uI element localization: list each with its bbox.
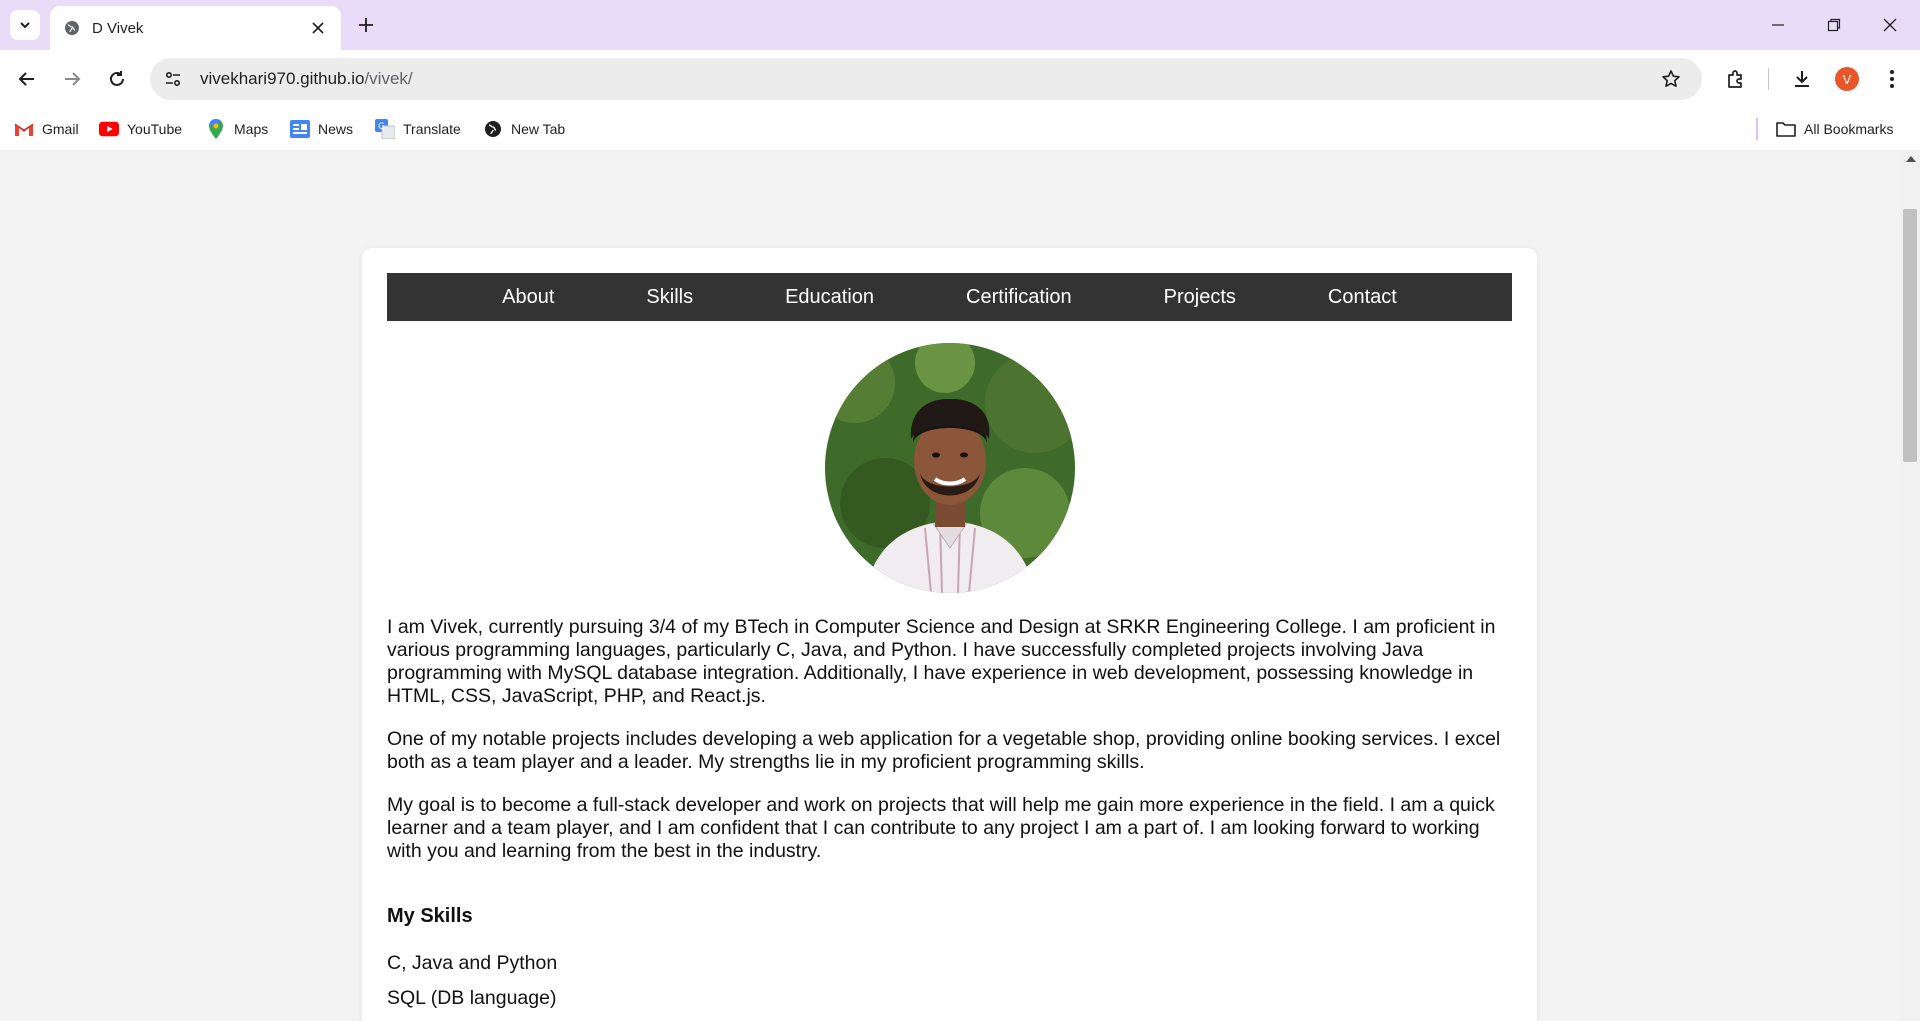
plus-icon	[359, 18, 373, 32]
bookmark-label: News	[318, 121, 354, 137]
scroll-up-arrow-icon[interactable]	[1906, 156, 1916, 162]
skill-item: C, Java and Python	[387, 952, 558, 974]
page-viewport: About Skills Education Certification Pro…	[0, 150, 1920, 1021]
bookmark-maps[interactable]: Maps	[206, 117, 268, 141]
all-bookmarks-label: All Bookmarks	[1804, 121, 1894, 137]
close-window-button[interactable]	[1862, 0, 1918, 50]
arrow-left-icon	[18, 72, 34, 86]
nav-about[interactable]: About	[456, 286, 600, 309]
all-bookmarks-button[interactable]: All Bookmarks	[1776, 117, 1893, 141]
new-tab-button[interactable]	[352, 11, 380, 39]
nav-certification[interactable]: Certification	[920, 286, 1118, 309]
bookmark-news[interactable]: News	[290, 117, 353, 141]
bookmark-star-icon[interactable]	[1654, 62, 1688, 96]
tab-search-button[interactable]	[10, 10, 40, 40]
skill-item: SQL (DB language)	[387, 987, 557, 1009]
restore-button[interactable]	[1806, 0, 1862, 50]
restore-icon	[1827, 18, 1841, 32]
top-navigation: About Skills Education Certification Pro…	[387, 273, 1512, 321]
bookmarks-divider	[1756, 118, 1758, 140]
arrow-right-icon	[65, 72, 81, 86]
nav-contact[interactable]: Contact	[1282, 286, 1443, 309]
globe-icon	[483, 119, 503, 139]
nav-education[interactable]: Education	[739, 286, 920, 309]
nav-skills[interactable]: Skills	[600, 286, 739, 309]
tab-strip: D Vivek	[0, 0, 1920, 50]
nav-projects[interactable]: Projects	[1118, 286, 1282, 309]
about-section: I am Vivek, currently pursuing 3/4 of my…	[387, 616, 1512, 1021]
forward-button[interactable]	[55, 62, 89, 96]
bookmark-label: Gmail	[42, 121, 79, 137]
tab-title: D Vivek	[92, 19, 144, 37]
scrollbar-thumb[interactable]	[1903, 209, 1917, 462]
about-paragraph: I am Vivek, currently pursuing 3/4 of my…	[387, 616, 1496, 707]
folder-icon	[1776, 119, 1796, 139]
url-host: vivekhari970.github.io	[200, 69, 365, 88]
bookmark-gmail[interactable]: Gmail	[14, 117, 79, 141]
profile-photo	[825, 343, 1075, 593]
more-vert-icon	[1890, 70, 1894, 88]
bookmark-translate[interactable]: G Translate	[375, 117, 461, 141]
menu-button[interactable]	[1875, 62, 1909, 96]
back-button[interactable]	[10, 62, 44, 96]
bookmark-youtube[interactable]: YouTube	[99, 117, 182, 141]
bookmark-label: New Tab	[511, 121, 566, 137]
bookmarks-bar: Gmail YouTube Maps News G Translate New …	[0, 108, 1920, 150]
download-icon	[1795, 71, 1809, 87]
content-card: About Skills Education Certification Pro…	[362, 248, 1537, 1021]
active-tab[interactable]: D Vivek	[50, 6, 341, 50]
minimize-button[interactable]	[1750, 0, 1806, 50]
downloads-button[interactable]	[1785, 62, 1819, 96]
browser-toolbar: vivekhari970.github.io/vivek/ V	[0, 50, 1920, 108]
maps-icon	[206, 119, 226, 139]
url-text: vivekhari970.github.io/vivek/	[200, 69, 413, 89]
svg-text:G: G	[378, 122, 385, 132]
about-paragraph: My goal is to become a full-stack develo…	[387, 794, 1495, 862]
globe-icon	[65, 21, 79, 35]
profile-button[interactable]: V	[1830, 62, 1864, 96]
bookmark-label: Translate	[403, 121, 461, 137]
toolbar-divider	[1768, 68, 1769, 90]
reload-button[interactable]	[100, 62, 134, 96]
gmail-icon	[14, 119, 34, 139]
vertical-scrollbar[interactable]	[1900, 150, 1920, 1021]
youtube-icon	[99, 119, 119, 139]
about-paragraph: One of my notable projects includes deve…	[387, 728, 1501, 773]
close-tab-icon[interactable]	[307, 17, 329, 39]
news-icon	[290, 119, 310, 139]
close-icon	[1883, 18, 1897, 32]
reload-icon	[110, 71, 124, 86]
url-path: /vivek/	[364, 69, 413, 88]
avatar: V	[1835, 67, 1859, 91]
minimize-icon	[1772, 24, 1784, 26]
puzzle-icon	[1728, 70, 1742, 88]
address-bar[interactable]: vivekhari970.github.io/vivek/	[150, 58, 1702, 100]
chevron-down-icon	[20, 22, 30, 29]
bookmark-label: YouTube	[127, 121, 183, 137]
extensions-button[interactable]	[1719, 62, 1753, 96]
bookmark-new-tab[interactable]: New Tab	[483, 117, 565, 141]
bookmark-label: Maps	[234, 121, 269, 137]
skills-heading: My Skills	[387, 905, 473, 927]
site-info-icon[interactable]	[156, 62, 190, 96]
translate-icon: G	[375, 119, 395, 139]
